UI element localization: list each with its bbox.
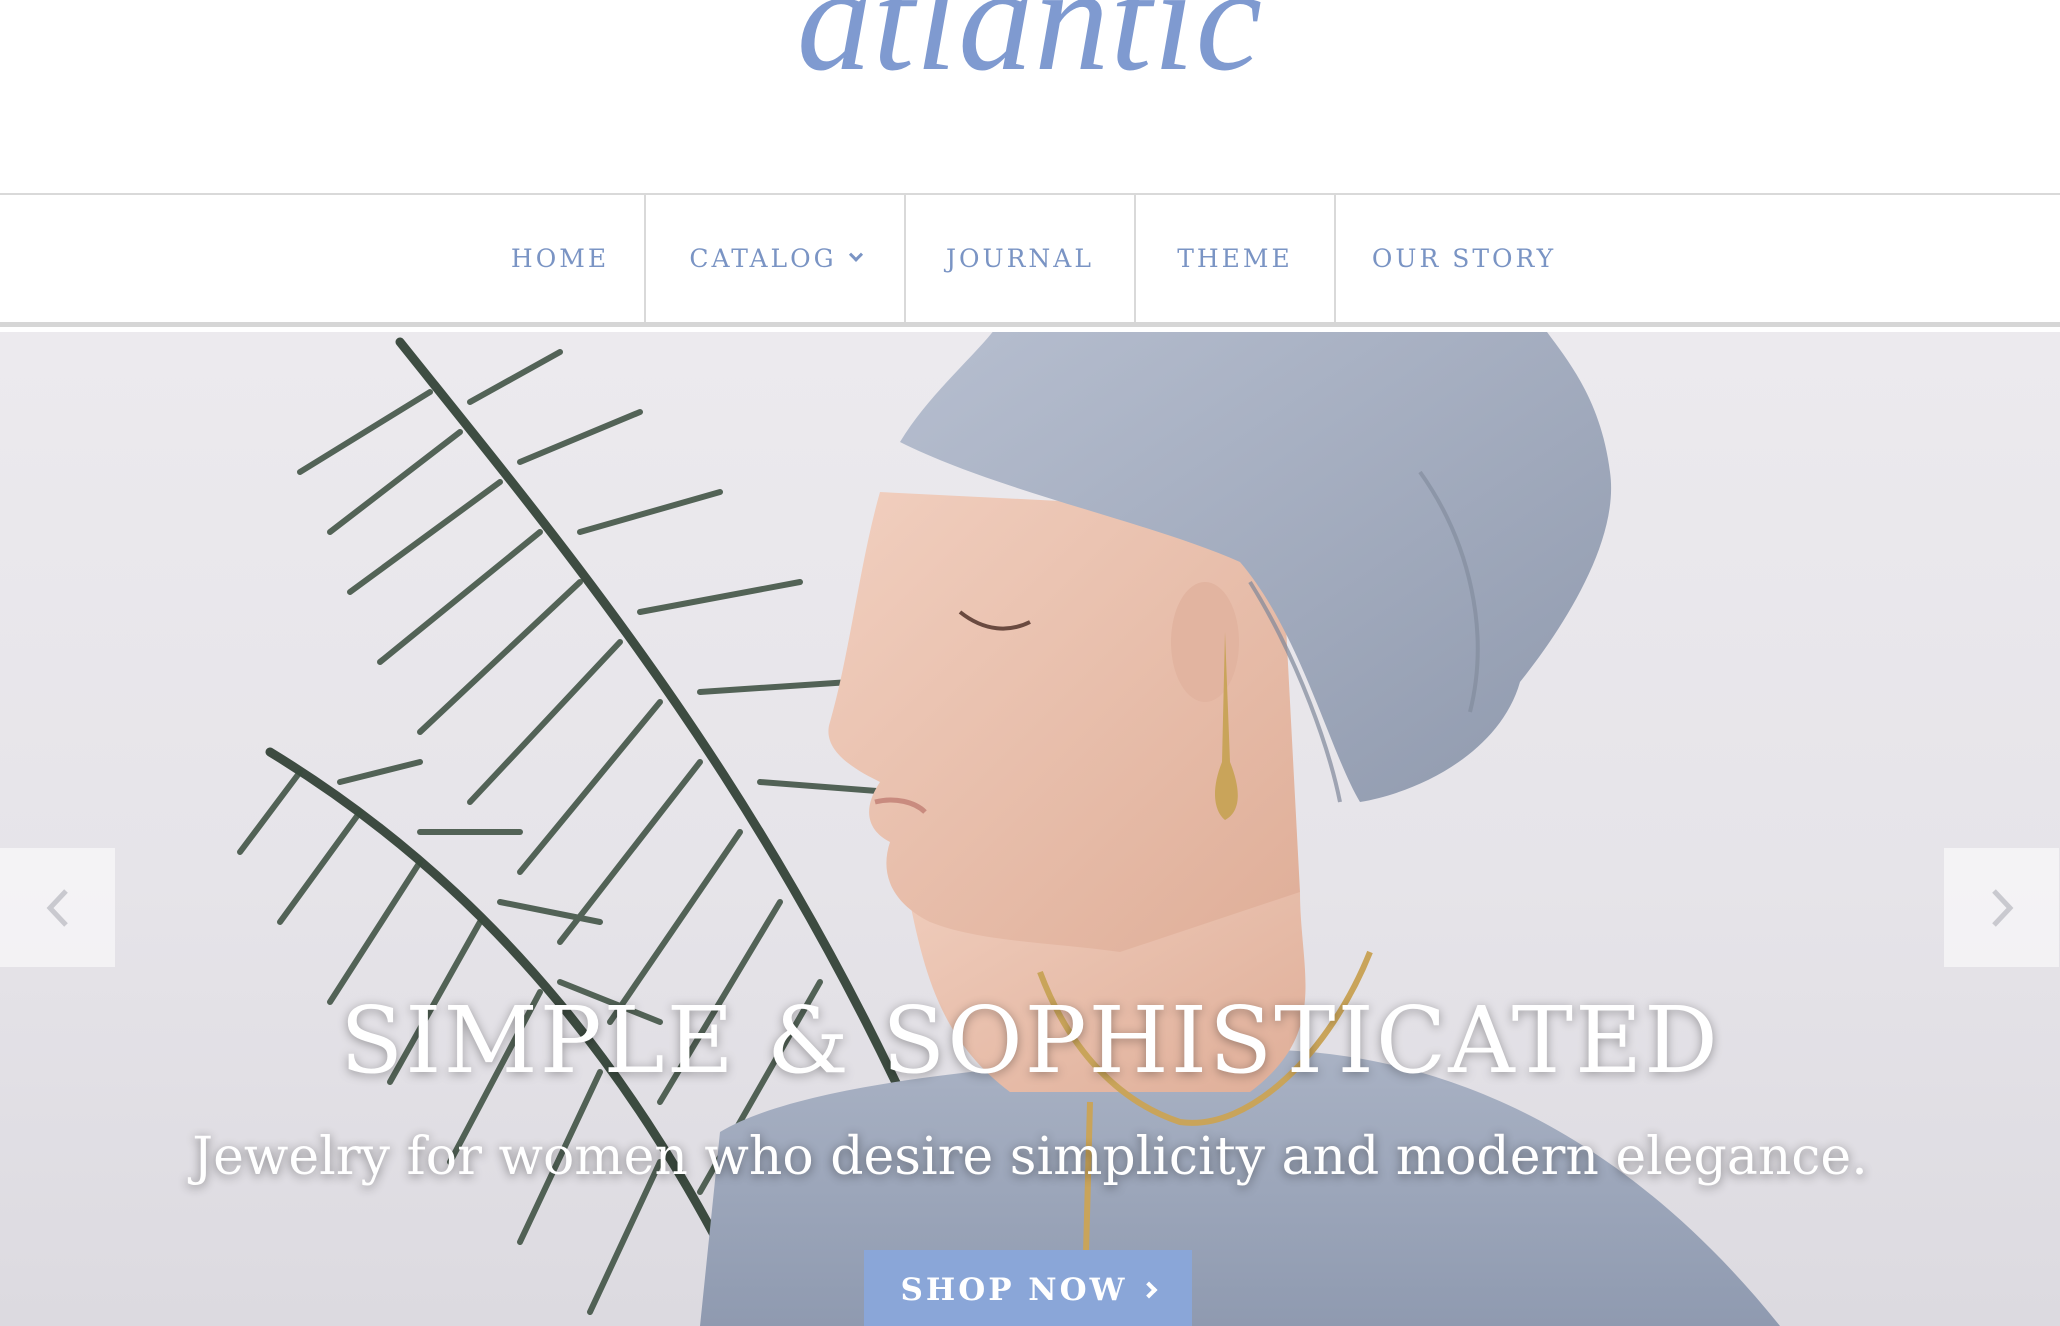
chevron-right-icon bbox=[1991, 888, 2013, 927]
nav-item-journal[interactable]: JOURNAL bbox=[906, 195, 1134, 322]
chevron-right-icon bbox=[1140, 1281, 1158, 1299]
nav-item-our-story[interactable]: OUR STORY bbox=[1336, 195, 1592, 322]
nav-item-label: CATALOG bbox=[689, 244, 837, 273]
site-header: atlantic bbox=[0, 0, 2060, 193]
slideshow-next-button[interactable] bbox=[1944, 848, 2059, 967]
hero-title: SIMPLE & SOPHISTICATED bbox=[340, 987, 1720, 1094]
nav-item-catalog[interactable]: CATALOG bbox=[646, 195, 904, 322]
nav-item-label: OUR STORY bbox=[1371, 244, 1557, 273]
nav-item-label: THEME bbox=[1177, 244, 1293, 273]
site-logo[interactable]: atlantic bbox=[0, 0, 2060, 94]
nav-item-theme[interactable]: THEME bbox=[1136, 195, 1334, 322]
hero-subtitle: Jewelry for women who desire simplicity … bbox=[192, 1127, 1868, 1187]
nav-item-label: HOME bbox=[510, 244, 610, 273]
hero-slideshow: SIMPLE & SOPHISTICATED Jewelry for women… bbox=[0, 332, 2060, 1326]
main-navigation: HOME CATALOG JOURNAL THEME OUR STORY bbox=[0, 193, 2060, 327]
nav-item-label: JOURNAL bbox=[946, 244, 1094, 273]
chevron-left-icon bbox=[46, 888, 68, 927]
slideshow-prev-button[interactable] bbox=[0, 848, 115, 967]
shop-now-label: SHOP NOW bbox=[900, 1272, 1128, 1308]
shop-now-button[interactable]: SHOP NOW bbox=[864, 1250, 1192, 1326]
nav-item-home[interactable]: HOME bbox=[474, 195, 646, 322]
chevron-down-icon bbox=[848, 247, 863, 262]
